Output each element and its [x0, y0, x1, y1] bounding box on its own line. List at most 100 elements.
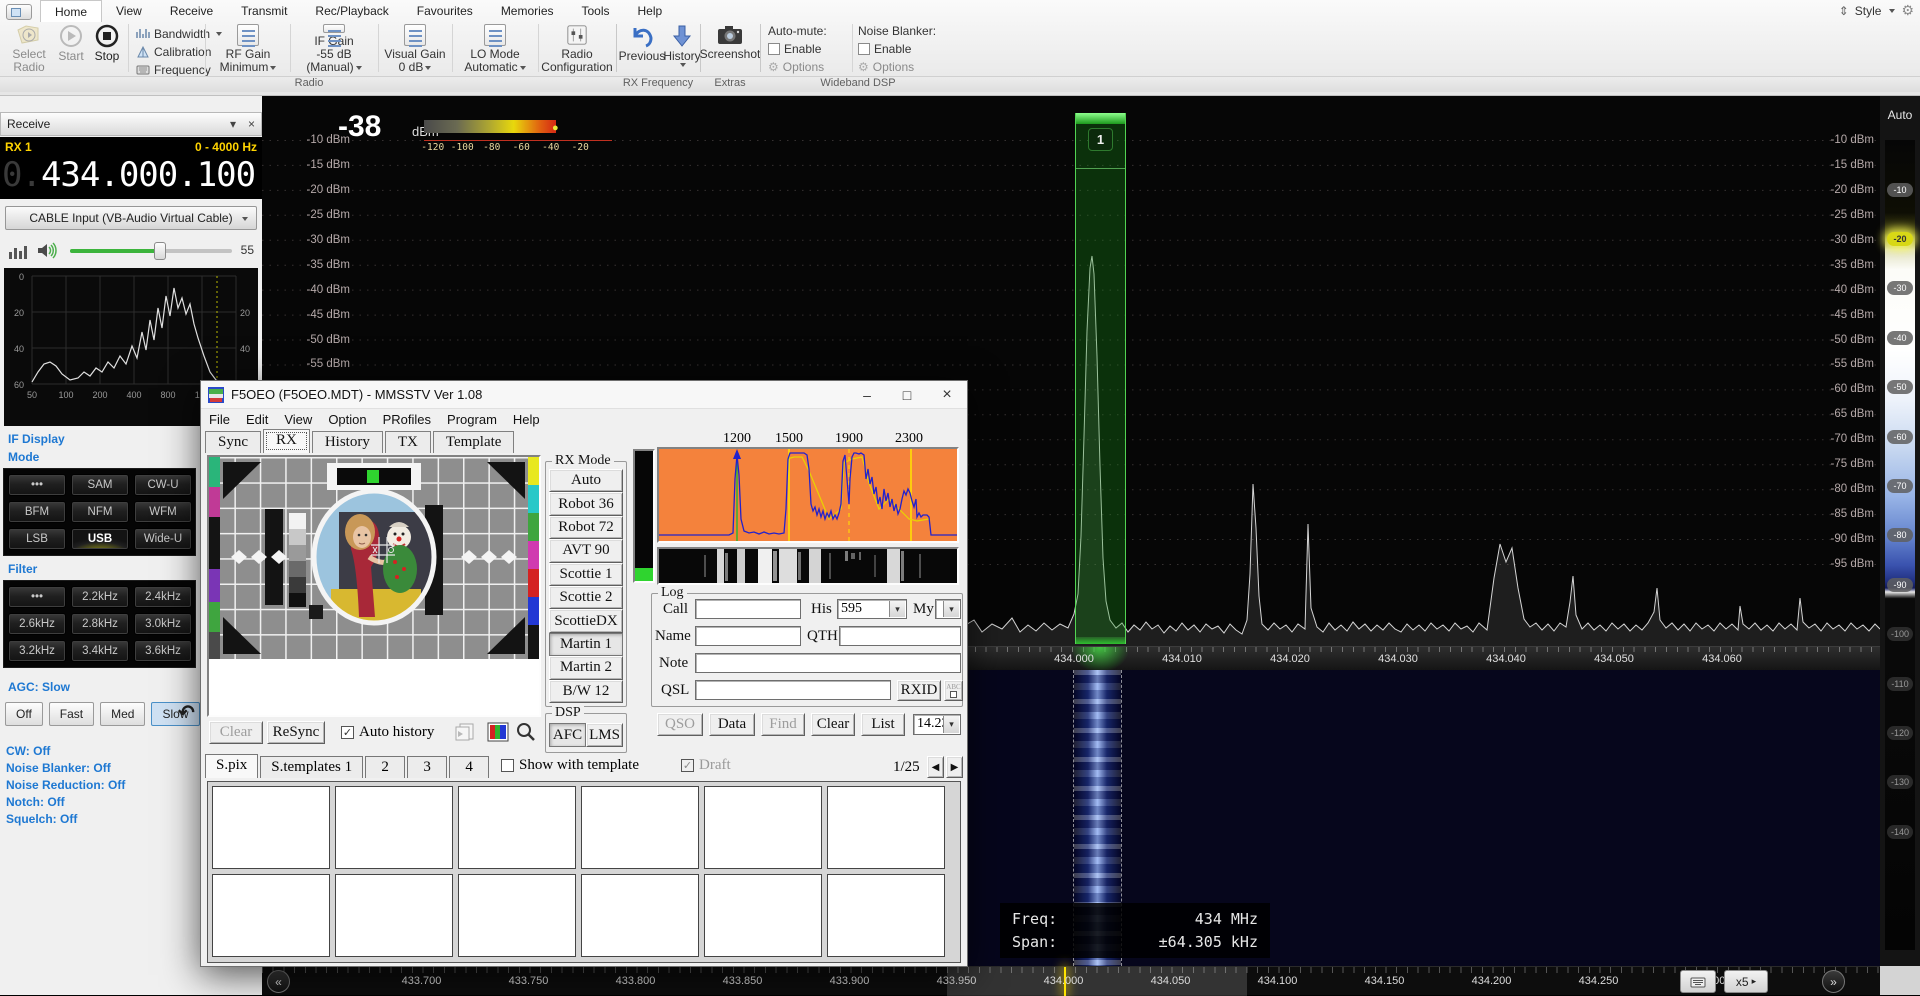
menu-item[interactable]: Help: [505, 412, 548, 427]
status-line[interactable]: Squelch: Off: [6, 812, 125, 829]
show-with-template-checkbox[interactable]: Show with template: [501, 757, 639, 774]
passband-cap[interactable]: [1076, 113, 1125, 124]
rx-mode-button[interactable]: Martin 2: [549, 656, 623, 679]
noise-blanker-enable-checkbox[interactable]: Enable: [858, 40, 948, 58]
mode-button[interactable]: Wide-U: [134, 528, 192, 550]
palette-tick[interactable]: -40: [1887, 331, 1913, 345]
frequency-readout[interactable]: 0.434.000.100: [2, 155, 255, 195]
palette-tick[interactable]: -140: [1887, 825, 1913, 839]
filter-button[interactable]: 2.8kHz: [71, 613, 129, 635]
stock-thumbnail[interactable]: [581, 786, 699, 869]
agc-button[interactable]: Off: [5, 702, 43, 726]
mode-button[interactable]: CW-U: [134, 474, 192, 496]
rx-mode-button[interactable]: Robot 72: [549, 516, 623, 539]
agc-button[interactable]: Fast: [49, 702, 94, 726]
style-label[interactable]: Style: [1855, 4, 1882, 18]
ribbon-tab[interactable]: Tools: [568, 0, 624, 22]
abc-button[interactable]: ABC: [944, 680, 963, 701]
stock-thumbnail[interactable]: [212, 874, 330, 957]
palette-auto-label[interactable]: Auto: [1880, 108, 1920, 122]
stock-tab[interactable]: S.pix: [205, 754, 258, 778]
ribbon-tab[interactable]: Favourites: [403, 0, 487, 22]
ribbon-tab[interactable]: Memories: [487, 0, 568, 22]
radio-configuration-button[interactable]: RadioConfiguration: [540, 24, 614, 74]
waterfall-palette-bar[interactable]: Auto -10-20-30-40-50-60-70-80-90-100-110…: [1880, 96, 1920, 966]
audio-device-select[interactable]: CABLE Input (VB-Audio Virtual Cable): [5, 206, 257, 230]
volume-slider[interactable]: [70, 249, 232, 253]
volume-slider-thumb[interactable]: [154, 242, 166, 260]
start-button[interactable]: Start: [54, 24, 88, 74]
rx-mode-button[interactable]: Martin 1: [549, 633, 623, 656]
previous-button[interactable]: Previous: [620, 24, 664, 74]
filter-button[interactable]: 2.2kHz: [71, 586, 129, 608]
screenshot-button[interactable]: Screenshot: [702, 24, 758, 74]
status-line[interactable]: CW: Off: [6, 744, 125, 761]
menu-item[interactable]: Program: [439, 412, 505, 427]
stock-thumbnail[interactable]: [458, 786, 576, 869]
menu-item[interactable]: File: [201, 412, 238, 427]
stop-button[interactable]: Stop: [90, 24, 124, 74]
rx-mode-button[interactable]: Scottie 1: [549, 563, 623, 586]
rx-mode-button[interactable]: Robot 36: [549, 492, 623, 515]
status-line[interactable]: Noise Reduction: Off: [6, 778, 125, 795]
zoom-level-button[interactable]: x5▸: [1724, 970, 1768, 993]
scroll-left-button[interactable]: «: [267, 970, 290, 993]
filter-button[interactable]: 3.0kHz: [134, 613, 192, 635]
clear-image-button[interactable]: Clear: [209, 721, 263, 744]
rx-mode-button[interactable]: B/W 12: [549, 680, 623, 703]
rx-mode-button[interactable]: ScottieDX: [549, 609, 623, 632]
filter-button[interactable]: 2.6kHz: [8, 613, 66, 635]
qsl-input[interactable]: [695, 680, 891, 700]
ribbon-tab[interactable]: Rec/Playback: [301, 0, 402, 22]
ribbon-tab[interactable]: Help: [624, 0, 677, 22]
call-input[interactable]: [695, 599, 801, 619]
log-frequency-combo[interactable]: 14.230▾: [913, 714, 961, 735]
filter-button[interactable]: 3.4kHz: [71, 640, 129, 662]
palette-tick[interactable]: -70: [1887, 479, 1913, 493]
list-button[interactable]: List: [861, 713, 905, 736]
gear-icon[interactable]: ⚙: [1901, 2, 1914, 19]
qth-input[interactable]: [839, 626, 961, 646]
rx-mode-button[interactable]: Scottie 2: [549, 586, 623, 609]
mode-button[interactable]: NFM: [71, 501, 129, 523]
mmsstv-tab[interactable]: History: [312, 431, 383, 453]
chevron-down-icon[interactable]: ▾: [230, 117, 236, 131]
stock-thumbnail[interactable]: [458, 874, 576, 957]
mode-button[interactable]: USB: [71, 528, 129, 550]
mmsstv-tab[interactable]: Sync: [205, 431, 261, 453]
palette-tick[interactable]: -20: [1887, 232, 1913, 246]
dsp-button[interactable]: AFC: [549, 723, 586, 747]
ribbon-tab[interactable]: Home: [40, 0, 102, 22]
chevron-down-icon[interactable]: ▾: [943, 601, 959, 617]
agc-button[interactable]: Med: [100, 702, 145, 726]
chevron-down-icon[interactable]: ▾: [889, 601, 905, 617]
history-button[interactable]: History: [664, 24, 700, 74]
status-line[interactable]: Noise Blanker: Off: [6, 761, 125, 778]
status-line[interactable]: Notch: Off: [6, 795, 125, 812]
data-button[interactable]: Data: [709, 713, 755, 736]
menu-item[interactable]: View: [276, 412, 320, 427]
stock-thumbnail[interactable]: [704, 874, 822, 957]
stock-thumbnail[interactable]: [335, 786, 453, 869]
stock-thumbnail[interactable]: [335, 874, 453, 957]
page-prev-button[interactable]: ◀: [927, 756, 944, 778]
mode-button[interactable]: BFM: [8, 501, 66, 523]
stock-thumbnail[interactable]: [581, 874, 699, 957]
app-menu-button[interactable]: [6, 4, 32, 20]
menu-item[interactable]: Edit: [238, 412, 276, 427]
palette-tick[interactable]: -100: [1887, 627, 1913, 641]
palette-tick[interactable]: -120: [1887, 726, 1913, 740]
mode-button[interactable]: •••: [8, 474, 66, 496]
palette-tick[interactable]: -10: [1887, 183, 1913, 197]
his-combo[interactable]: 595▾: [837, 599, 907, 619]
copy-pages-icon[interactable]: [453, 722, 477, 742]
mode-button[interactable]: WFM: [134, 501, 192, 523]
mode-button[interactable]: LSB: [8, 528, 66, 550]
note-input[interactable]: [695, 653, 961, 673]
stock-thumbnail[interactable]: [704, 786, 822, 869]
rf-gain-button[interactable]: RF GainMinimum: [208, 24, 288, 74]
find-button[interactable]: Find: [761, 713, 805, 736]
auto-mute-enable-checkbox[interactable]: Enable: [768, 40, 850, 58]
mode-button[interactable]: SAM: [71, 474, 129, 496]
palette-tick[interactable]: -90: [1887, 578, 1913, 592]
